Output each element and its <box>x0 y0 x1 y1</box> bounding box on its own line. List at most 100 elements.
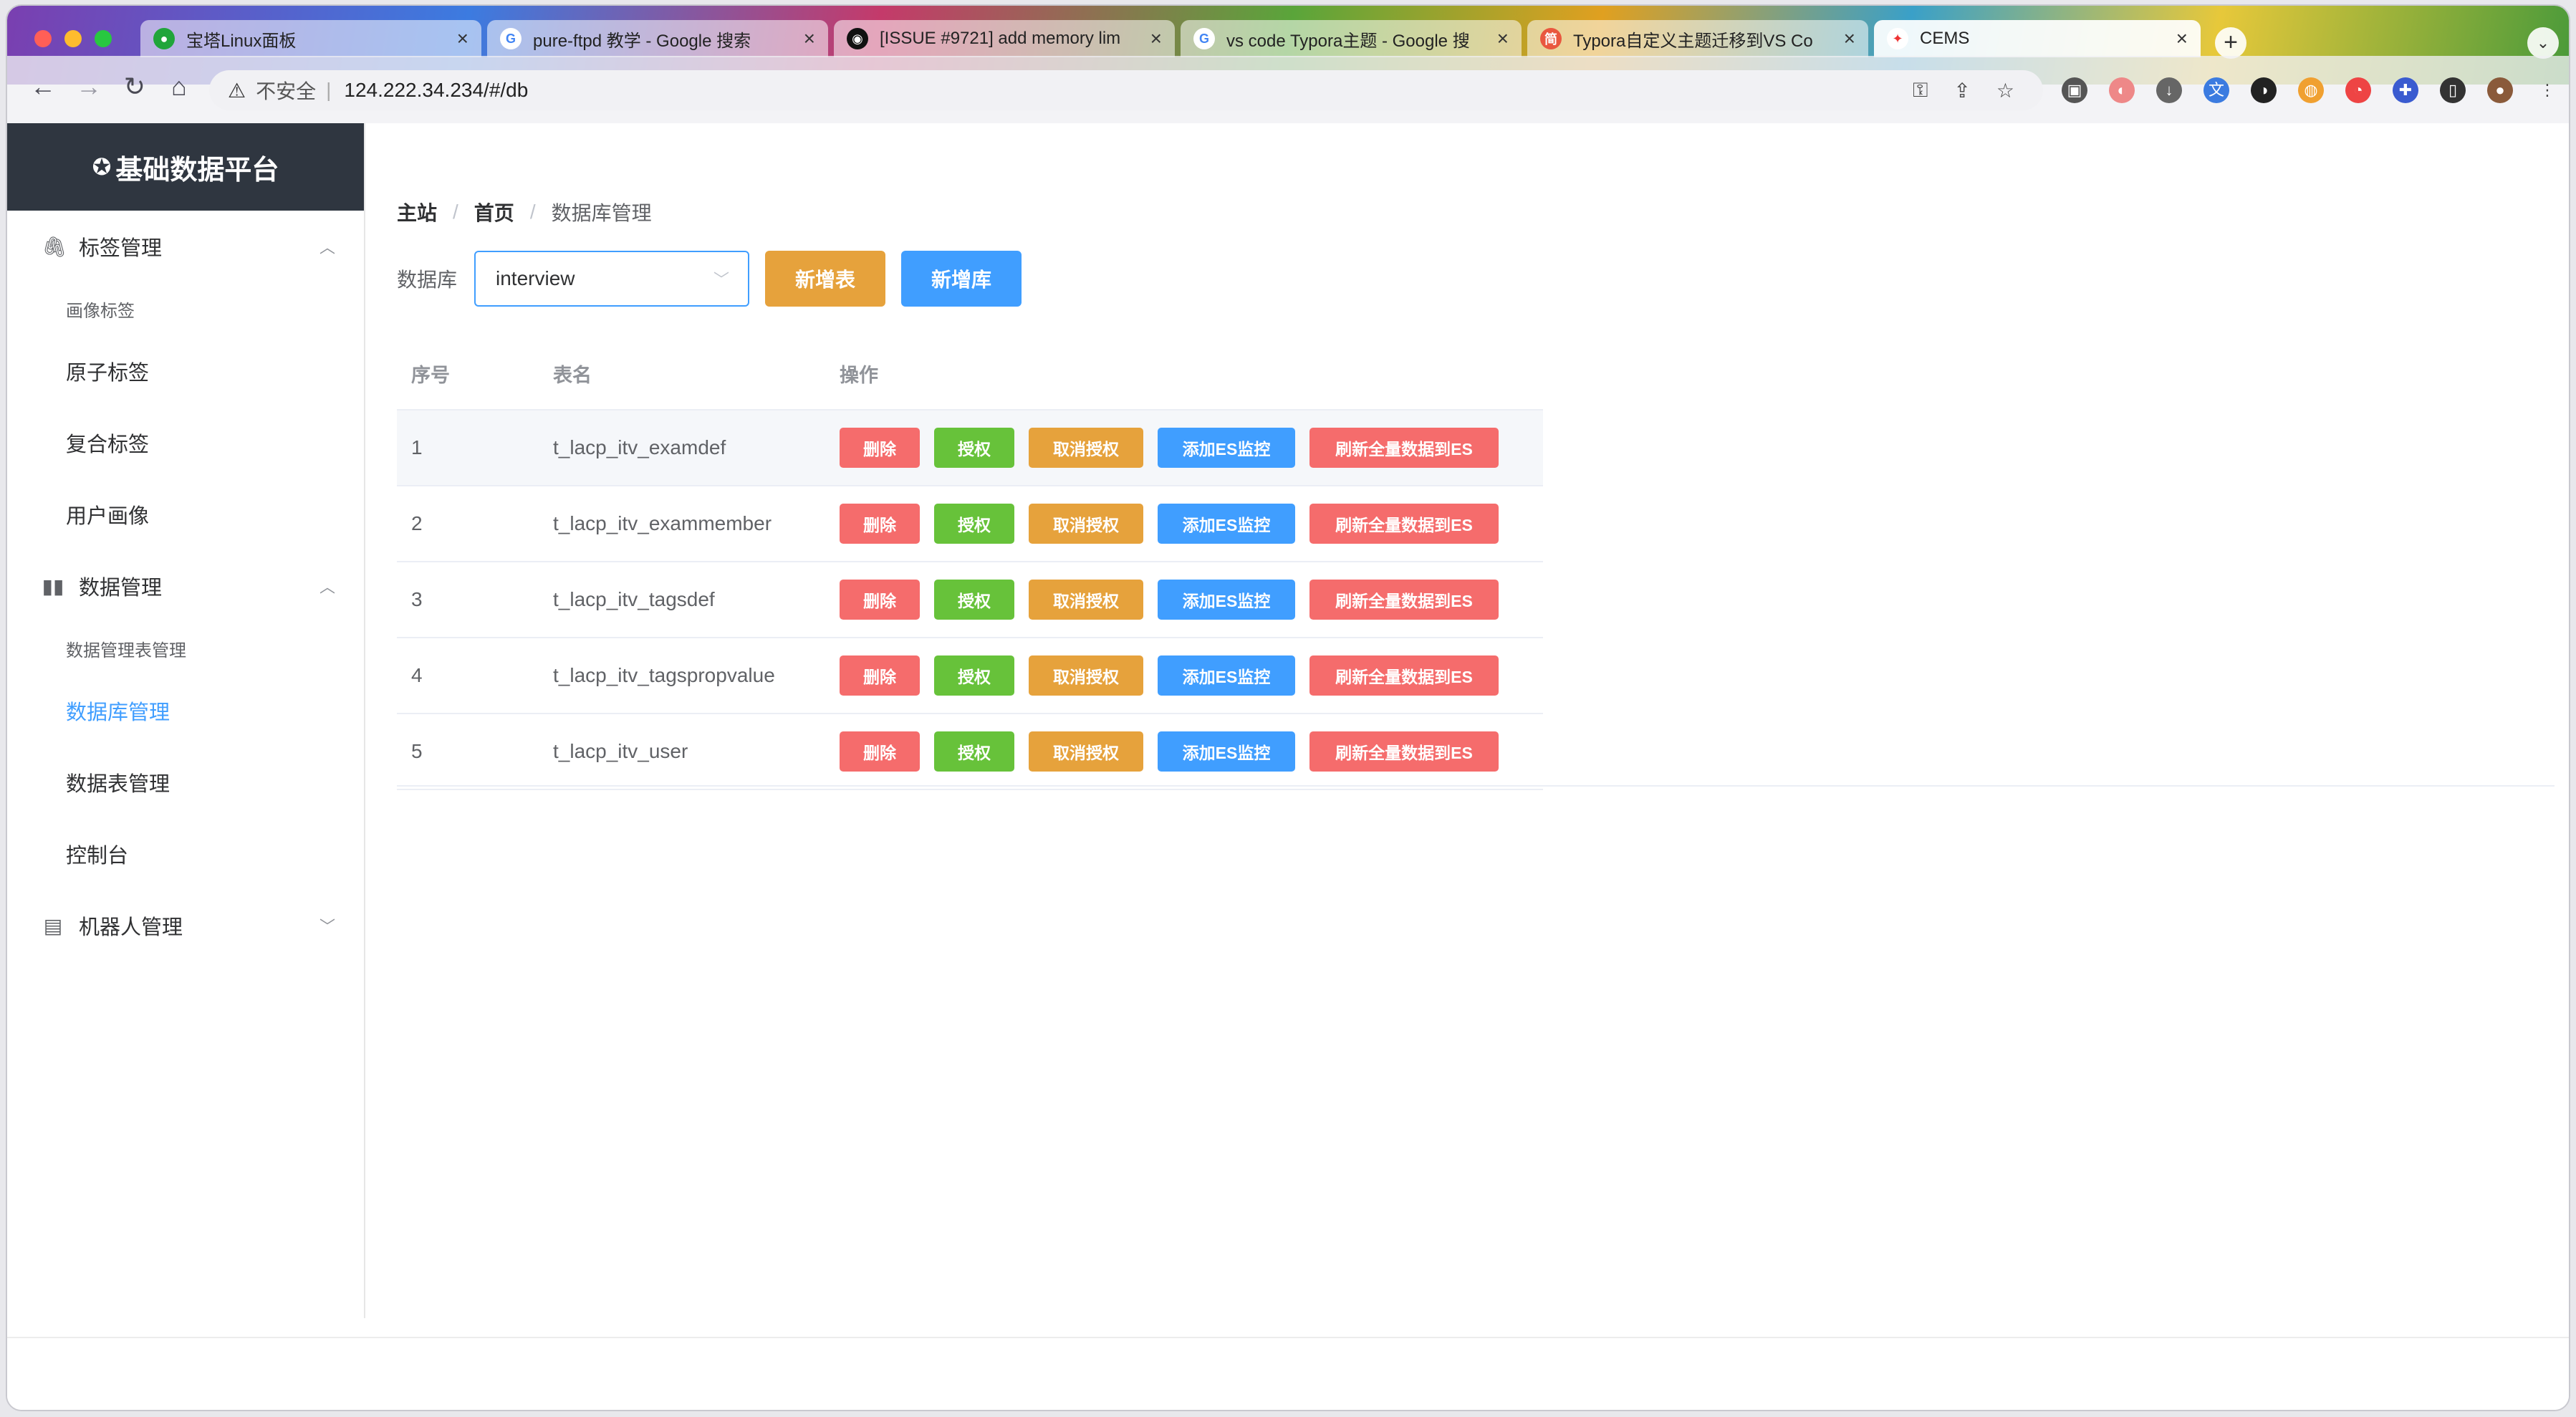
new-tab-button[interactable]: + <box>2215 27 2246 59</box>
sidebar-item-atomic-tags[interactable]: 原子标签 <box>7 335 364 407</box>
add-es-monitor-button[interactable]: 添加ES监控 <box>1158 655 1295 696</box>
close-icon[interactable]: × <box>1150 27 1162 50</box>
close-icon[interactable]: × <box>457 27 468 50</box>
star-icon[interactable]: ☆ <box>1996 79 2014 102</box>
more-menu-icon[interactable]: ⋮ <box>2534 77 2560 103</box>
breadcrumb-index[interactable]: 首页 <box>474 198 514 226</box>
tables-grid: 序号 表名 操作 1 t_lacp_itv_examdef 删除 授权 取消授权… <box>397 338 1543 790</box>
row-table-name: t_lacp_itv_user <box>539 714 825 790</box>
table-row: 4 t_lacp_itv_tagspropvalue 删除 授权 取消授权 添加… <box>397 638 1543 714</box>
row-index: 5 <box>397 714 539 790</box>
revoke-button[interactable]: 取消授权 <box>1029 428 1143 468</box>
menu-group-tags[interactable]: 🖇 标签管理 ︿ <box>7 211 364 282</box>
extension-icon[interactable]: ◑ <box>2251 77 2277 103</box>
table-bottom-border <box>397 785 2555 787</box>
breadcrumb-home[interactable]: 主站 <box>397 198 437 226</box>
share-icon[interactable]: ⇪ <box>1953 79 1970 102</box>
extension-icon[interactable]: ▣ <box>2062 77 2087 103</box>
add-es-monitor-button[interactable]: 添加ES监控 <box>1158 504 1295 544</box>
revoke-button[interactable]: 取消授权 <box>1029 655 1143 696</box>
column-header-index: 序号 <box>397 338 539 410</box>
sidebar-item-table-mgmt[interactable]: 数据表管理 <box>7 746 364 818</box>
brand-logo[interactable]: ✪ 基础数据平台 <box>7 123 364 211</box>
back-arrow-icon[interactable]: ← <box>27 72 59 102</box>
refresh-es-button[interactable]: 刷新全量数据到ES <box>1309 580 1499 620</box>
translate-icon[interactable]: 文 <box>2203 77 2229 103</box>
delete-button[interactable]: 删除 <box>840 731 920 772</box>
table-row: 1 t_lacp_itv_examdef 删除 授权 取消授权 添加ES监控 刷… <box>397 410 1543 486</box>
database-select[interactable]: interview ﹀ <box>474 251 750 307</box>
maximize-window-button[interactable] <box>95 30 112 47</box>
chevron-down-icon: ﹀ <box>713 271 730 289</box>
add-es-monitor-button[interactable]: 添加ES监控 <box>1158 580 1295 620</box>
close-icon[interactable]: × <box>1844 27 1855 50</box>
close-window-button[interactable] <box>34 30 52 47</box>
close-icon[interactable]: × <box>2176 27 2188 50</box>
extension-icon[interactable]: ◍ <box>2298 77 2324 103</box>
browser-tab-pureftpd[interactable]: G pure-ftpd 教学 - Google 搜索 × <box>487 20 828 57</box>
browser-tab-cems[interactable]: ✦ CEMS × <box>1874 20 2201 57</box>
home-icon[interactable]: ⌂ <box>163 72 195 102</box>
key-icon[interactable]: ⚿ <box>1913 79 1928 102</box>
extension-icon[interactable]: ◔ <box>2345 77 2371 103</box>
robot-icon: ▤ <box>43 914 63 937</box>
database-label: 数据库 <box>397 269 458 291</box>
close-icon[interactable]: × <box>1497 27 1509 50</box>
sidebar-item-user-profile[interactable]: 用户画像 <box>7 479 364 550</box>
delete-button[interactable]: 删除 <box>840 655 920 696</box>
reload-icon[interactable]: ↻ <box>119 72 150 102</box>
footer-divider <box>7 1337 2569 1338</box>
puzzle-icon[interactable]: ✚ <box>2393 77 2418 103</box>
security-status[interactable]: 不安全 <box>256 76 316 105</box>
row-index: 4 <box>397 638 539 714</box>
revoke-button[interactable]: 取消授权 <box>1029 504 1143 544</box>
address-bar[interactable]: ⚠ 不安全 | 124.222.34.234/#/db ⚿ ⇪ ☆ <box>209 70 2043 110</box>
menu-group-robot[interactable]: ▤ 机器人管理 ﹀ <box>7 890 364 961</box>
download-icon[interactable]: ↓ <box>2156 77 2182 103</box>
add-es-monitor-button[interactable]: 添加ES监控 <box>1158 731 1295 772</box>
add-es-monitor-button[interactable]: 添加ES监控 <box>1158 428 1295 468</box>
refresh-es-button[interactable]: 刷新全量数据到ES <box>1309 655 1499 696</box>
grant-button[interactable]: 授权 <box>934 731 1014 772</box>
minimize-window-button[interactable] <box>64 30 82 47</box>
refresh-es-button[interactable]: 刷新全量数据到ES <box>1309 504 1499 544</box>
refresh-circle-icon: ✪ <box>92 154 112 180</box>
add-database-button[interactable]: 新增库 <box>901 251 1022 307</box>
github-icon: ◉ <box>847 28 868 49</box>
sidebar-item-composite-tags[interactable]: 复合标签 <box>7 407 364 479</box>
breadcrumb-separator: / <box>453 201 458 223</box>
extension-icon[interactable]: ◐ <box>2109 77 2135 103</box>
url-text[interactable]: 124.222.34.234/#/db <box>344 79 528 102</box>
menu-group-data[interactable]: ▮▮ 数据管理 ︿ <box>7 550 364 622</box>
browser-window: ● 宝塔Linux面板 × G pure-ftpd 教学 - Google 搜索… <box>6 4 2570 1411</box>
row-index: 1 <box>397 410 539 486</box>
grant-button[interactable]: 授权 <box>934 580 1014 620</box>
grant-button[interactable]: 授权 <box>934 655 1014 696</box>
delete-button[interactable]: 删除 <box>840 504 920 544</box>
table-row: 3 t_lacp_itv_tagsdef 删除 授权 取消授权 添加ES监控 刷… <box>397 562 1543 638</box>
add-table-button[interactable]: 新增表 <box>765 251 886 307</box>
delete-button[interactable]: 删除 <box>840 428 920 468</box>
revoke-button[interactable]: 取消授权 <box>1029 731 1143 772</box>
browser-tab-typora-search[interactable]: G vs code Typora主题 - Google 搜 × <box>1181 20 1522 57</box>
avatar[interactable]: ● <box>2487 77 2513 103</box>
grant-button[interactable]: 授权 <box>934 428 1014 468</box>
browser-tab-baota[interactable]: ● 宝塔Linux面板 × <box>140 20 481 57</box>
refresh-es-button[interactable]: 刷新全量数据到ES <box>1309 428 1499 468</box>
revoke-button[interactable]: 取消授权 <box>1029 580 1143 620</box>
sidebar-item-database-mgmt[interactable]: 数据库管理 <box>7 675 364 746</box>
grant-button[interactable]: 授权 <box>934 504 1014 544</box>
browser-tab-github[interactable]: ◉ [ISSUE #9721] add memory lim × <box>834 20 1175 57</box>
refresh-es-button[interactable]: 刷新全量数据到ES <box>1309 731 1499 772</box>
forward-arrow-icon[interactable]: → <box>73 72 105 102</box>
tab-search-button[interactable]: ⌄ <box>2527 27 2559 59</box>
sidebar-item-console[interactable]: 控制台 <box>7 818 364 890</box>
sidebar-item-profile-tags[interactable]: 画像标签 <box>7 282 364 335</box>
close-icon[interactable]: × <box>804 27 815 50</box>
delete-button[interactable]: 删除 <box>840 580 920 620</box>
chevron-down-icon: ﹀ <box>319 918 335 936</box>
browser-tab-jianshu[interactable]: 简 Typora自定义主题迁移到VS Co × <box>1527 20 1868 57</box>
paperclip-icon: 🖇 <box>42 235 67 258</box>
sidebar-toggle-icon[interactable]: ▯ <box>2440 77 2466 103</box>
sidebar-item-data-table-mgmt[interactable]: 数据管理表管理 <box>7 622 364 675</box>
